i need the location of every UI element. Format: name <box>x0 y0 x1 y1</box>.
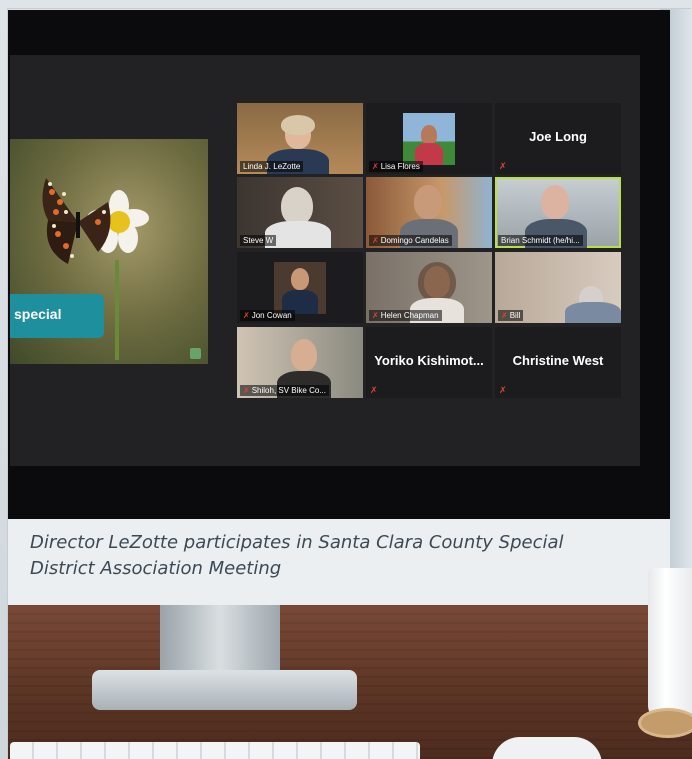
participant-video <box>403 113 455 165</box>
participant-tile-active-speaker[interactable]: Brian Schmidt (he/hi... <box>495 177 621 248</box>
participant-tile[interactable]: ✗ Helen Chapman <box>366 252 492 323</box>
monitor-stand-base <box>92 670 357 710</box>
participant-tile[interactable]: Yoriko Kishimot... ✗ <box>366 327 492 398</box>
microphone-muted-icon: ✗ <box>243 311 250 320</box>
participant-name: Brian Schmidt (he/hi... <box>498 235 583 246</box>
participant-face <box>281 187 313 225</box>
participant-name: Christine West <box>512 353 604 368</box>
mouse <box>492 737 602 759</box>
flower-stem <box>115 260 119 360</box>
participant-name: ✗ Lisa Flores <box>369 161 423 172</box>
microphone-muted-icon: ✗ <box>372 236 379 245</box>
banner-text: special <box>14 306 62 322</box>
participant-tile[interactable]: Steve W <box>237 177 363 248</box>
participant-name: Steve W <box>240 235 277 246</box>
participant-body <box>565 302 621 323</box>
keyboard <box>10 742 420 759</box>
participant-hair <box>418 262 456 302</box>
participant-tile[interactable]: ✗ Shiloh, SV Bike Co... <box>237 327 363 398</box>
participant-name: ✗ Bill <box>498 310 524 321</box>
participant-tile[interactable]: ✗ Domingo Candelas <box>366 177 492 248</box>
microphone-muted-icon: ✗ <box>370 385 378 395</box>
participant-tile[interactable]: Christine West ✗ <box>495 327 621 398</box>
participant-name: Linda J. LeZotte <box>240 161 304 172</box>
participant-video <box>274 262 326 314</box>
microphone-muted-icon: ✗ <box>372 162 379 171</box>
microphone-muted-icon: ✗ <box>499 385 507 395</box>
participant-name: Yoriko Kishimot... <box>374 353 484 368</box>
participant-name: ✗ Jon Cowan <box>240 310 295 321</box>
participant-tile[interactable]: ✗ Jon Cowan <box>237 252 363 323</box>
participant-name: ✗ Domingo Candelas <box>369 235 452 246</box>
participant-name: ✗ Shiloh, SV Bike Co... <box>240 385 329 396</box>
participant-face <box>541 185 569 219</box>
participant-tile[interactable]: ✗ Lisa Flores <box>366 103 492 174</box>
coaster <box>638 708 692 738</box>
butterfly-icon <box>42 178 111 264</box>
logo-icon <box>190 348 201 359</box>
participant-hair <box>281 115 315 135</box>
microphone-muted-icon: ✗ <box>499 161 507 171</box>
participant-face <box>414 185 442 219</box>
photo-caption: Director LeZotte participates in Santa C… <box>30 532 564 579</box>
cup <box>648 568 692 720</box>
participant-name: ✗ Helen Chapman <box>369 310 442 321</box>
participant-tile[interactable]: ✗ Bill <box>495 252 621 323</box>
microphone-muted-icon: ✗ <box>372 311 379 320</box>
participant-face <box>291 339 317 371</box>
participant-tile[interactable]: Joe Long ✗ <box>495 103 621 174</box>
microphone-muted-icon: ✗ <box>501 311 508 320</box>
microphone-muted-icon: ✗ <box>243 386 250 395</box>
participant-name: Joe Long <box>529 129 587 144</box>
participant-tile[interactable]: Linda J. LeZotte <box>237 103 363 174</box>
photo: special Linda J. LeZotte ✗ Lisa Flores Jo… <box>0 0 692 759</box>
